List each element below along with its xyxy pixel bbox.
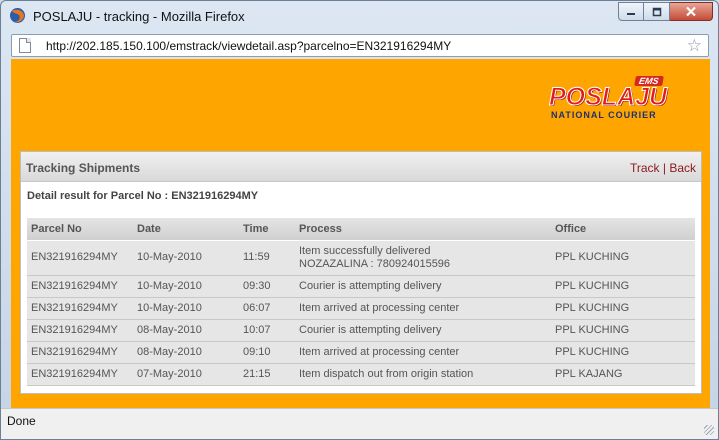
- panel-body: Detail result for Parcel No : EN32191629…: [21, 182, 701, 393]
- poslaju-logo: EMS POSLAJU NATIONAL COURIER: [547, 75, 685, 121]
- detail-heading: Detail result for Parcel No : EN32191629…: [27, 190, 259, 202]
- status-bar: Done: [1, 408, 718, 439]
- cell-date: 08-May-2010: [133, 318, 239, 342]
- cell-parcel-no: EN321916294MY: [27, 362, 133, 386]
- star-icon[interactable]: ☆: [687, 36, 702, 55]
- recipient-line: NOZAZALINA : 780924015596: [299, 257, 451, 270]
- process-line: Item successfully delivered: [299, 244, 431, 257]
- cell-process: Item arrived at processing center: [295, 296, 551, 320]
- table-row: EN321916294MY 10-May-2010 11:59 Item suc…: [27, 239, 695, 276]
- cell-office: PPL KUCHING: [551, 296, 695, 320]
- cell-office: PPL KUCHING: [551, 318, 695, 342]
- track-link[interactable]: Track: [630, 161, 660, 175]
- panel-title: Tracking Shipments: [26, 161, 141, 175]
- header-time: Time: [239, 218, 295, 241]
- cell-time: 09:10: [239, 340, 295, 364]
- header-process: Process: [295, 218, 551, 241]
- cell-process: Item successfully delivered NOZAZALINA :…: [295, 239, 551, 276]
- status-text: Done: [7, 414, 36, 428]
- cell-process: Courier is attempting delivery: [295, 274, 551, 298]
- cell-date: 07-May-2010: [133, 362, 239, 386]
- close-icon: [686, 6, 696, 17]
- cell-parcel-no: EN321916294MY: [27, 296, 133, 320]
- cell-office: PPL KAJANG: [551, 362, 695, 386]
- panel-links: Track | Back: [630, 161, 696, 175]
- back-link[interactable]: Back: [669, 161, 696, 175]
- header-date: Date: [133, 218, 239, 241]
- link-separator: |: [659, 161, 670, 175]
- page-icon: [19, 38, 31, 53]
- cell-office: PPL KUCHING: [551, 340, 695, 364]
- browser-window: POSLAJU - tracking - Mozilla Firefox htt…: [0, 0, 719, 440]
- url-text[interactable]: http://202.185.150.100/emstrack/viewdeta…: [46, 39, 451, 53]
- header-parcel-no: Parcel No: [27, 218, 133, 241]
- cell-parcel-no: EN321916294MY: [27, 318, 133, 342]
- cell-date: 10-May-2010: [133, 296, 239, 320]
- table-row: EN321916294MY 10-May-2010 09:30 Courier …: [27, 274, 695, 298]
- tracking-panel: Tracking Shipments Track | Back Detail r…: [20, 151, 702, 394]
- table-row: EN321916294MY 08-May-2010 09:10 Item arr…: [27, 340, 695, 364]
- cell-time: 09:30: [239, 274, 295, 298]
- table-row: EN321916294MY 07-May-2010 21:15 Item dis…: [27, 362, 695, 386]
- table-header-row: Parcel No Date Time Process Office: [27, 218, 695, 241]
- resize-grip-icon[interactable]: [704, 425, 714, 435]
- cell-office: PPL KUCHING: [551, 239, 695, 276]
- close-button[interactable]: [670, 2, 713, 21]
- cell-process: Courier is attempting delivery: [295, 318, 551, 342]
- address-bar[interactable]: http://202.185.150.100/emstrack/viewdeta…: [11, 34, 709, 57]
- window-title: POSLAJU - tracking - Mozilla Firefox: [33, 9, 245, 24]
- cell-date: 08-May-2010: [133, 340, 239, 364]
- cell-process: Item dispatch out from origin station: [295, 362, 551, 386]
- logo-wordmark: POSLAJU: [548, 83, 668, 112]
- window-controls: [618, 2, 713, 21]
- logo-tagline: NATIONAL COURIER: [551, 110, 657, 120]
- header-office: Office: [551, 218, 695, 241]
- cell-parcel-no: EN321916294MY: [27, 340, 133, 364]
- table-row: EN321916294MY 10-May-2010 06:07 Item arr…: [27, 296, 695, 320]
- minimize-button[interactable]: [618, 2, 644, 21]
- cell-time: 21:15: [239, 362, 295, 386]
- maximize-button[interactable]: [644, 2, 670, 21]
- title-bar: POSLAJU - tracking - Mozilla Firefox: [1, 1, 718, 31]
- cell-date: 10-May-2010: [133, 274, 239, 298]
- cell-time: 06:07: [239, 296, 295, 320]
- panel-header: Tracking Shipments Track | Back: [21, 152, 701, 182]
- page-content: EMS POSLAJU NATIONAL COURIER Tracking Sh…: [11, 59, 710, 408]
- tracking-table: Parcel No Date Time Process Office EN321…: [27, 218, 695, 386]
- cell-office: PPL KUCHING: [551, 274, 695, 298]
- cell-parcel-no: EN321916294MY: [27, 239, 133, 276]
- cell-time: 10:07: [239, 318, 295, 342]
- minimize-icon: [627, 12, 635, 15]
- cell-time: 11:59: [239, 239, 295, 276]
- cell-process: Item arrived at processing center: [295, 340, 551, 364]
- maximize-icon: [652, 7, 661, 16]
- cell-date: 10-May-2010: [133, 239, 239, 276]
- firefox-icon: [10, 8, 25, 23]
- cell-parcel-no: EN321916294MY: [27, 274, 133, 298]
- table-row: EN321916294MY 08-May-2010 10:07 Courier …: [27, 318, 695, 342]
